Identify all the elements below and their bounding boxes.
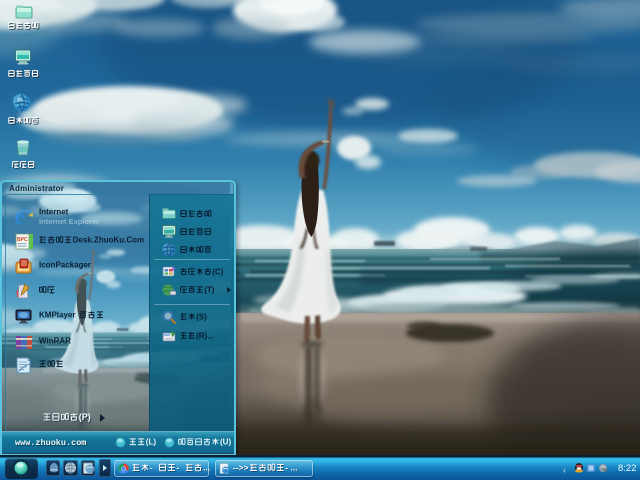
svg-text:WinRAR: WinRAR: [39, 337, 71, 346]
svg-text:-: -: [150, 463, 153, 473]
svg-text:(L): (L): [146, 438, 157, 447]
svg-text:(S): (S): [196, 313, 207, 321]
svg-text:(R)...: (R)...: [196, 332, 214, 340]
svg-text:(U): (U): [220, 438, 231, 447]
svg-text:-: -: [177, 463, 180, 473]
svg-text:(C): (C): [212, 268, 223, 276]
svg-text:(P): (P): [79, 413, 91, 422]
svg-text:BPC: BPC: [17, 237, 28, 243]
svg-text:- ...: - ...: [285, 463, 297, 473]
svg-text:Desk.ZhuoKu.Com: Desk.ZhuoKu.Com: [73, 236, 145, 245]
svg-text:Internet: Internet: [39, 208, 69, 217]
svg-text:-->>: -->>: [233, 463, 249, 473]
svg-text:(T): (T): [204, 286, 215, 294]
svg-text:KMPlayer: KMPlayer: [39, 311, 75, 320]
svg-text:IconPackager: IconPackager: [39, 261, 91, 270]
svg-text:...: ...: [203, 463, 210, 473]
